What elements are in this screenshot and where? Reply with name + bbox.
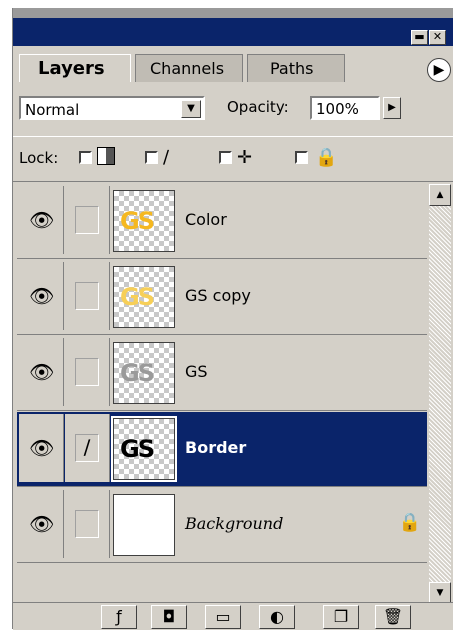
eye-icon: 👁: [29, 208, 55, 232]
transparency-lock-icon: [97, 147, 115, 165]
empty-cell: [75, 510, 99, 538]
eye-icon: 👁: [29, 360, 55, 384]
brush-icon: ∕: [75, 434, 99, 462]
layer-thumbnail[interactable]: GS: [113, 190, 175, 252]
empty-cell: [75, 358, 99, 386]
adjustment-layer-button[interactable]: ◐: [259, 605, 295, 629]
layers-bottom-bar: ƒ ◘ ▭ ◐ ❐ 🗑: [13, 602, 453, 630]
scroll-up-button[interactable]: ▲: [429, 184, 451, 206]
tab-channels[interactable]: Channels: [135, 54, 243, 82]
layer-thumbnail[interactable]: GS: [111, 416, 177, 482]
tab-layers[interactable]: Layers: [19, 54, 131, 82]
layer-name[interactable]: GS: [185, 362, 208, 381]
delete-layer-button[interactable]: 🗑: [375, 605, 411, 629]
layer-row[interactable]: 👁 GS GS: [17, 336, 427, 411]
link-brush-cell[interactable]: [65, 338, 110, 406]
layers-panel: ▬ ✕ Layers Channels Paths ▶ Normal ▼ Opa…: [12, 8, 453, 630]
empty-cell: [75, 282, 99, 310]
layer-style-button[interactable]: ƒ: [101, 605, 137, 629]
link-brush-cell[interactable]: [65, 490, 110, 558]
layer-name[interactable]: Border: [185, 438, 246, 457]
visibility-toggle[interactable]: 👁: [19, 338, 64, 406]
titlebar-top-strip: [13, 8, 453, 18]
opacity-input[interactable]: 100%: [310, 96, 380, 120]
lock-image-checkbox[interactable]: [145, 151, 158, 164]
blend-mode-value: Normal: [25, 101, 80, 119]
lock-position-checkbox[interactable]: [219, 151, 232, 164]
brush-lock-icon: ∕: [163, 147, 170, 168]
layer-row[interactable]: 👁 ∕ GS Border: [17, 412, 427, 487]
padlock-icon: 🔒: [398, 512, 421, 533]
scroll-down-button[interactable]: ▼: [429, 582, 451, 604]
chevron-down-icon[interactable]: ▼: [181, 100, 201, 118]
visibility-toggle[interactable]: 👁: [19, 490, 64, 558]
opacity-label: Opacity:: [227, 98, 289, 116]
blend-mode-select[interactable]: Normal ▼: [19, 96, 205, 120]
new-set-button[interactable]: ▭: [205, 605, 241, 629]
layer-thumbnail[interactable]: GS: [113, 266, 175, 328]
lock-row: Lock: ∕ ✛ 🔒: [13, 136, 453, 182]
layer-row[interactable]: 👁 GS Color: [17, 184, 427, 259]
panel-menu-button[interactable]: ▶: [427, 58, 451, 82]
layers-list: 👁 GS Color 👁 GS GS copy 👁 GS GS 👁 ∕ GS Border 👁 Backgr…: [17, 184, 427, 578]
padlock-icon: 🔒: [315, 147, 338, 168]
link-brush-cell[interactable]: [65, 262, 110, 330]
empty-cell: [75, 206, 99, 234]
move-lock-icon: ✛: [237, 147, 253, 168]
thumbnail-text: GS: [120, 359, 155, 387]
blend-opacity-row: Normal ▼ Opacity: 100% ▶: [13, 90, 453, 134]
lock-transparency-checkbox[interactable]: [79, 151, 92, 164]
eye-icon: 👁: [29, 284, 55, 308]
tab-paths[interactable]: Paths: [247, 54, 345, 82]
opacity-slider-button[interactable]: ▶: [383, 97, 401, 119]
minimize-button[interactable]: ▬: [411, 30, 428, 45]
add-mask-button[interactable]: ◘: [151, 605, 187, 629]
layer-thumbnail[interactable]: [113, 494, 175, 556]
link-brush-cell[interactable]: [65, 186, 110, 254]
layer-name[interactable]: GS copy: [185, 286, 251, 305]
visibility-toggle[interactable]: 👁: [19, 262, 64, 330]
layer-row[interactable]: 👁 Background 🔒: [17, 488, 427, 563]
visibility-toggle[interactable]: 👁: [19, 414, 64, 482]
layer-thumbnail[interactable]: GS: [113, 342, 175, 404]
lock-all-checkbox[interactable]: [295, 151, 308, 164]
palette-titlebar[interactable]: ▬ ✕: [13, 8, 453, 46]
eye-icon: 👁: [29, 436, 55, 460]
close-button[interactable]: ✕: [429, 30, 446, 45]
panel-tabs: Layers Channels Paths ▶: [13, 46, 453, 86]
layers-scrollbar[interactable]: ▲ ▼: [429, 184, 451, 604]
layer-name[interactable]: Color: [185, 210, 227, 229]
layer-row[interactable]: 👁 GS GS copy: [17, 260, 427, 335]
visibility-toggle[interactable]: 👁: [19, 186, 64, 254]
thumbnail-text: GS: [120, 435, 155, 463]
lock-label: Lock:: [19, 149, 59, 167]
thumbnail-text: GS: [120, 283, 155, 311]
thumbnail-text: GS: [120, 207, 155, 235]
link-brush-cell[interactable]: ∕: [65, 414, 110, 482]
new-layer-button[interactable]: ❐: [323, 605, 359, 629]
layer-name[interactable]: Background: [185, 514, 283, 533]
eye-icon: 👁: [29, 512, 55, 536]
